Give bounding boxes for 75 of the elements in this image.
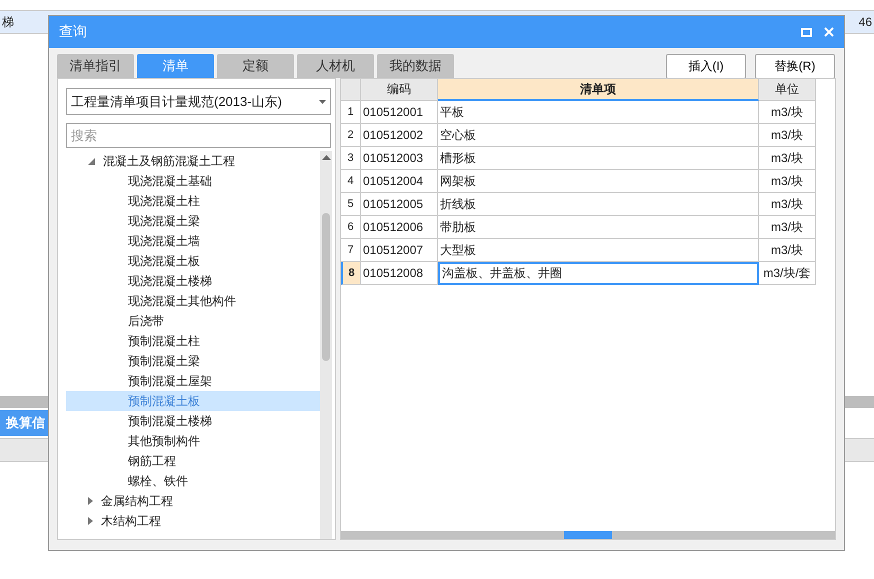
- tree-item[interactable]: 现浇混凝土梁: [66, 211, 320, 231]
- table-cell: 010512006: [361, 216, 438, 239]
- tree-item[interactable]: 预制混凝土柱: [66, 331, 320, 351]
- row-number: 2: [341, 124, 361, 147]
- tab[interactable]: 我的数据: [377, 54, 454, 78]
- tab[interactable]: 定额: [217, 54, 294, 78]
- table-cell: 46: [858, 15, 872, 29]
- tree-item[interactable]: 现浇混凝土基础: [66, 171, 320, 191]
- table-cell: 010512003: [361, 147, 438, 170]
- collapsed-arrow-icon[interactable]: [88, 497, 93, 505]
- search-field[interactable]: 搜索: [66, 123, 331, 148]
- tree-item[interactable]: 其他预制构件: [66, 431, 320, 451]
- table-cell: 空心板: [438, 124, 759, 147]
- table-cell: 大型板: [438, 239, 759, 262]
- maximize-icon[interactable]: [801, 28, 812, 36]
- tree-item[interactable]: 木结构工程: [66, 511, 320, 531]
- table-cell: 网架板: [438, 170, 759, 193]
- tree-item[interactable]: 预制混凝土梁: [66, 351, 320, 371]
- row-number: 7: [341, 239, 361, 262]
- window-title: 查询: [59, 23, 88, 41]
- tree-item[interactable]: 预制混凝土屋架: [66, 371, 320, 391]
- table-cell: m3/块: [759, 101, 816, 124]
- tree-item[interactable]: 现浇混凝土楼梯: [66, 271, 320, 291]
- table-cell: m3/块: [759, 147, 816, 170]
- table-cell: 平板: [438, 101, 759, 124]
- table-cell: 梯: [2, 14, 14, 30]
- scroll-up-icon[interactable]: [322, 155, 330, 160]
- table-cell: 010512002: [361, 124, 438, 147]
- table-cell: 折线板: [438, 193, 759, 216]
- tree-item[interactable]: 螺栓、铁件: [66, 471, 320, 491]
- table-cell: 槽形板: [438, 147, 759, 170]
- action-button[interactable]: 插入(I): [666, 54, 746, 79]
- column-header[interactable]: 单位: [759, 79, 816, 101]
- table-cell: m3/块: [759, 170, 816, 193]
- table-cell: m3/块: [759, 239, 816, 262]
- tree-item[interactable]: 后浇带: [66, 311, 320, 331]
- table-cell: 010512005: [361, 193, 438, 216]
- tree-item[interactable]: 现浇混凝土墙: [66, 231, 320, 251]
- scroll-thumb[interactable]: [322, 213, 330, 361]
- tree-item[interactable]: 金属结构工程: [66, 491, 320, 511]
- row-number: 3: [341, 147, 361, 170]
- tree-item[interactable]: 现浇混凝土柱: [66, 191, 320, 211]
- table-cell: m3/块: [759, 216, 816, 239]
- table-cell: 010512008: [361, 262, 438, 285]
- tree-item[interactable]: 钢筋工程: [66, 451, 320, 471]
- tree-item[interactable]: 预制混凝土楼梯: [66, 411, 320, 431]
- tab[interactable]: 清单指引: [57, 54, 134, 78]
- tree-item[interactable]: 现浇混凝土其他构件: [66, 291, 320, 311]
- row-number: 1: [341, 101, 361, 124]
- column-header[interactable]: 编码: [361, 79, 438, 101]
- dropdown-arrow-icon: [319, 100, 326, 104]
- norm-dropdown[interactable]: 工程量清单项目计量规范(2013-山东): [66, 88, 331, 115]
- table-cell: 010512007: [361, 239, 438, 262]
- scrollbar[interactable]: [341, 531, 835, 539]
- scroll-thumb[interactable]: [564, 531, 612, 539]
- table-cell: 带肋板: [438, 216, 759, 239]
- close-icon[interactable]: [824, 27, 834, 37]
- table-cell: m3/块: [759, 193, 816, 216]
- table-cell: m3/块/套: [759, 262, 816, 285]
- row-number: 5: [341, 193, 361, 216]
- table-cell: m3/块: [759, 124, 816, 147]
- row-number: 4: [341, 170, 361, 193]
- table-cell: 010512004: [361, 170, 438, 193]
- table-cell: 010512001: [361, 101, 438, 124]
- row-number: 8: [341, 262, 361, 285]
- row-number: 6: [341, 216, 361, 239]
- scrollbar[interactable]: [320, 151, 332, 539]
- tree-item[interactable]: 现浇混凝土板: [66, 251, 320, 271]
- collapsed-arrow-icon[interactable]: [88, 517, 93, 525]
- tree-item[interactable]: 混凝土及钢筋混凝土工程: [66, 151, 320, 171]
- table-cell: 沟盖板、井盖板、井圈: [438, 262, 759, 285]
- action-button[interactable]: 替换(R): [755, 54, 835, 79]
- column-header[interactable]: 清单项: [438, 79, 759, 101]
- expanded-arrow-icon[interactable]: [88, 158, 95, 164]
- tab[interactable]: 人材机: [297, 54, 374, 78]
